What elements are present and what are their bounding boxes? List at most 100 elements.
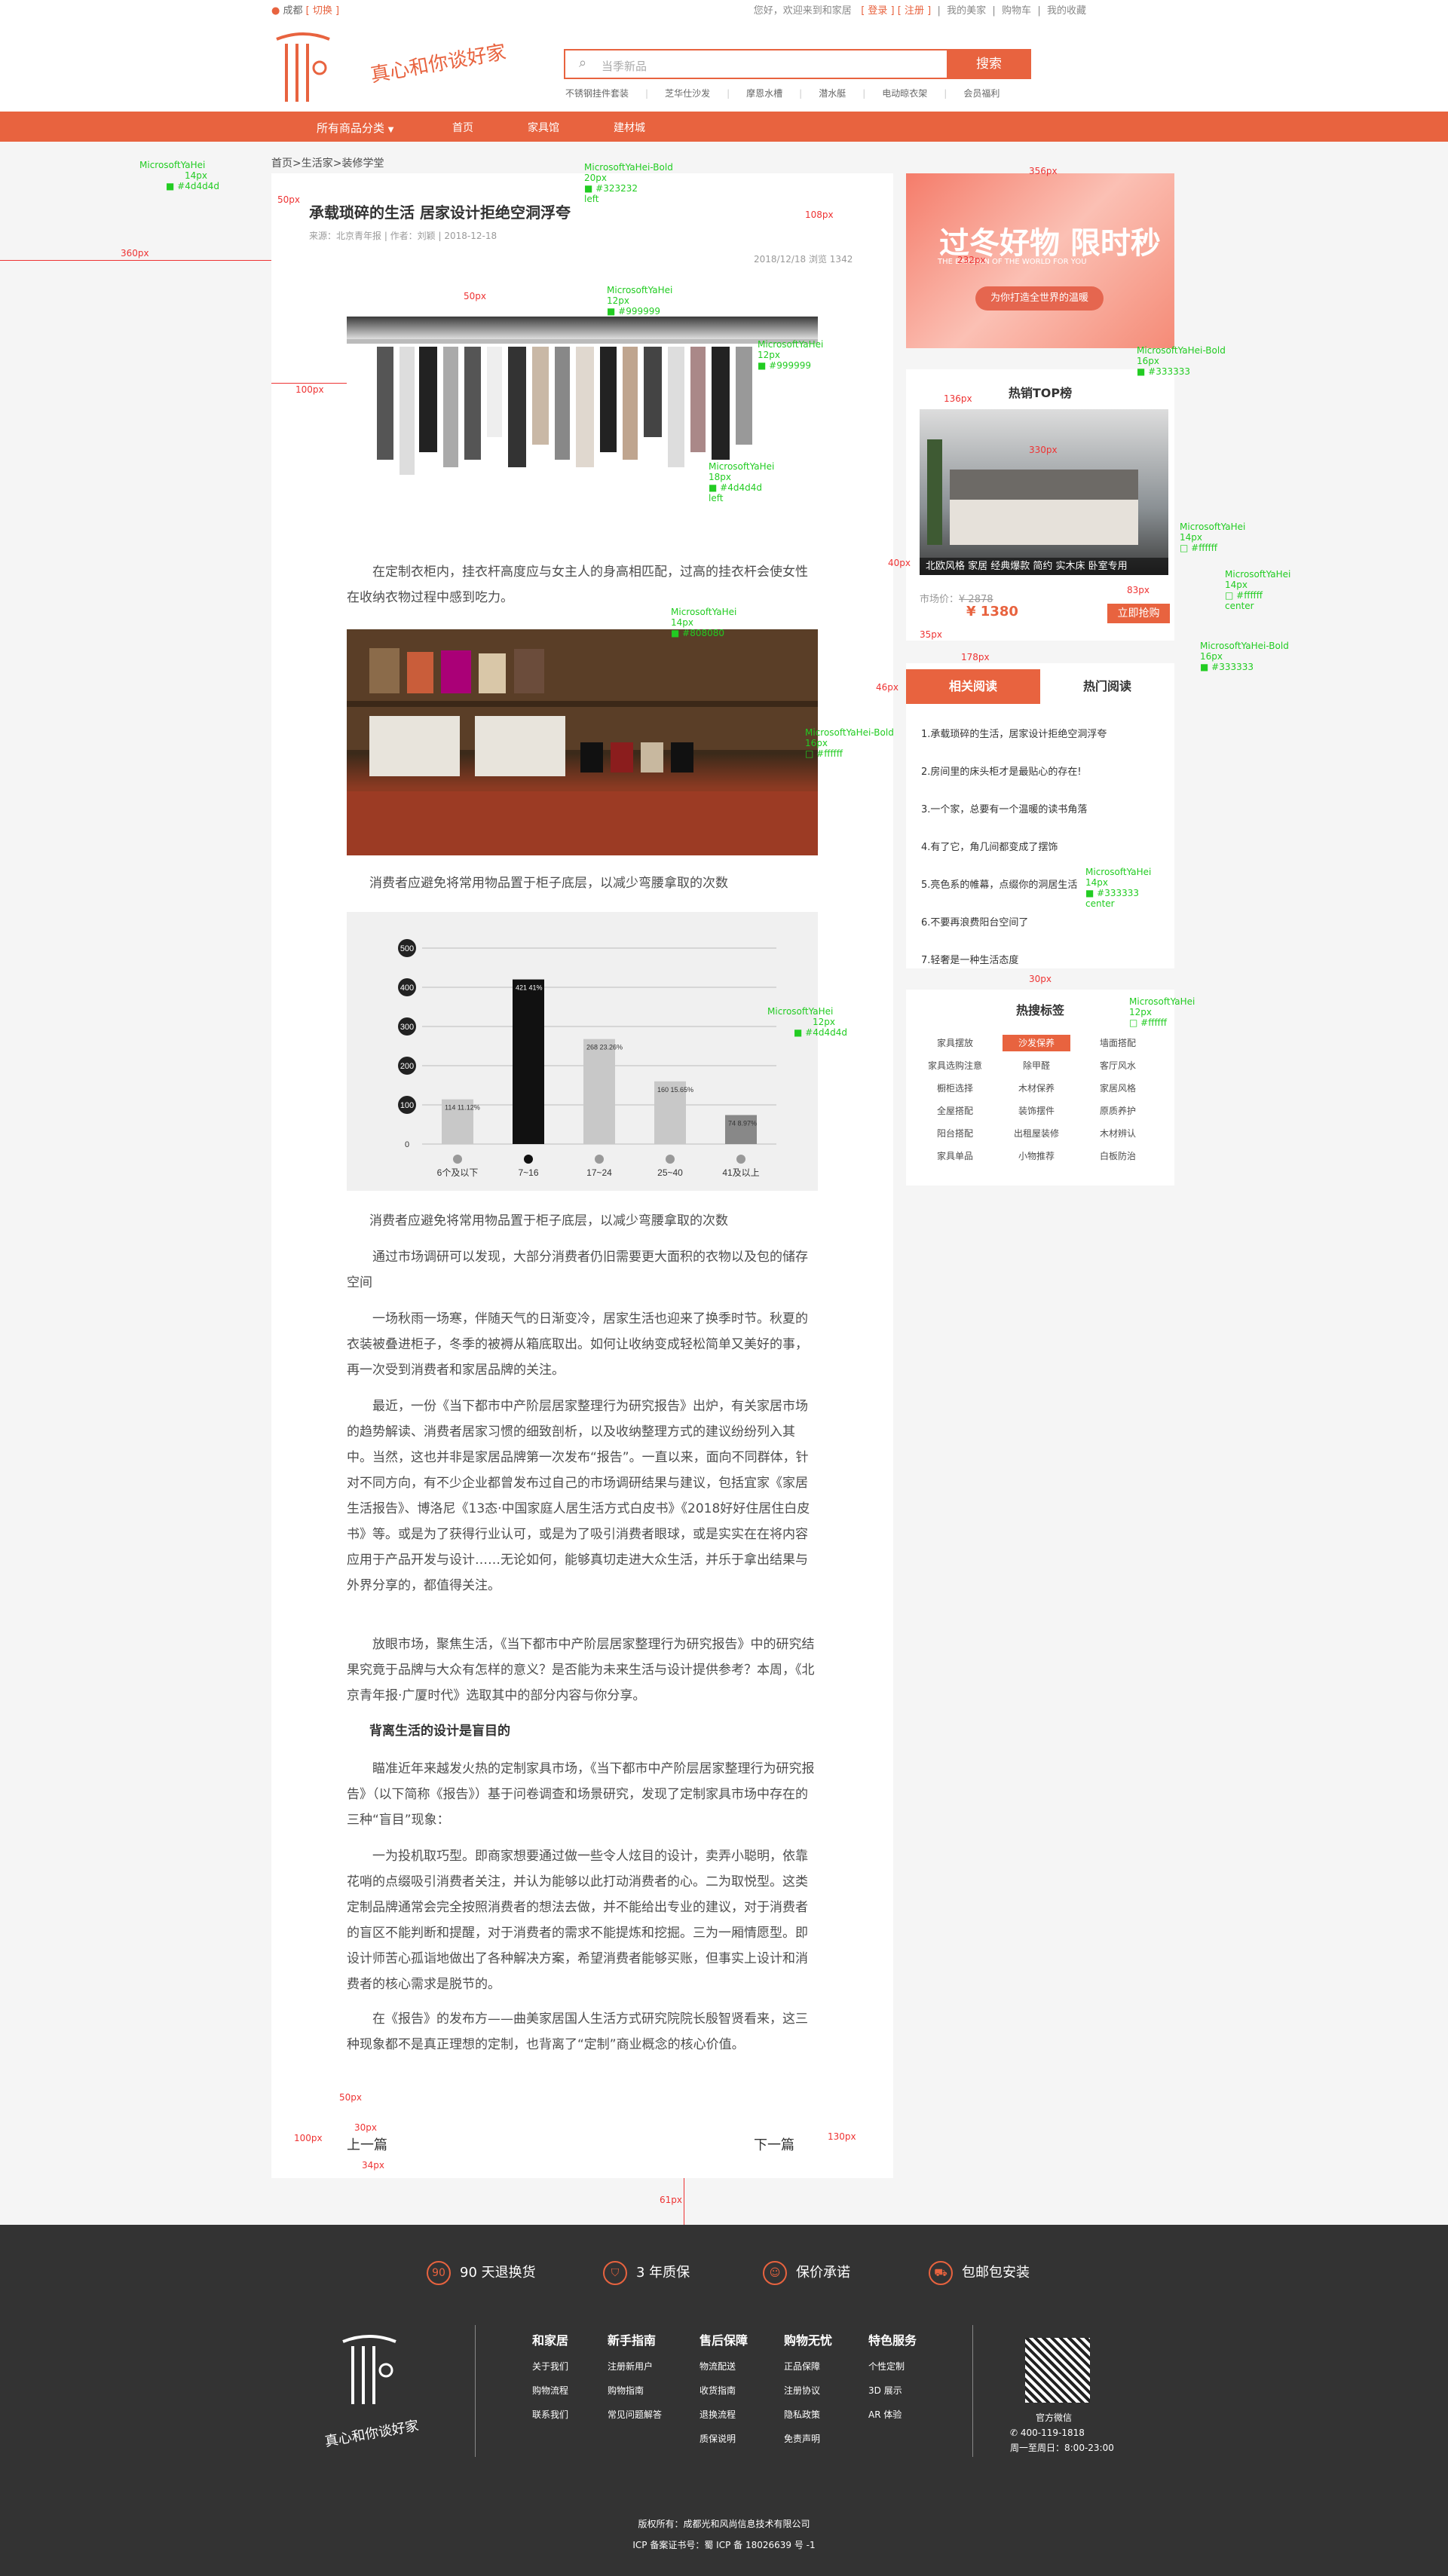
footer-link[interactable]: 退换流程	[700, 2403, 748, 2427]
tab-hot-reading[interactable]: 热门阅读	[1040, 669, 1174, 704]
footer-link[interactable]: 购物指南	[608, 2379, 662, 2403]
my-home-link[interactable]: 我的美家	[947, 5, 986, 17]
buy-now-button[interactable]: 立即抢购	[1107, 604, 1170, 623]
paragraph: 放眼市场，聚焦生活，《当下都市中产阶层居家整理行为研究报告》中的研究结果究竟于品…	[347, 1637, 815, 1703]
hotword[interactable]: 不锈钢挂件套装	[565, 88, 629, 99]
location[interactable]: ● 成都 [ 切换 ]	[271, 2, 339, 17]
nav-building-materials[interactable]: 建材城	[614, 122, 645, 134]
hot-tag[interactable]: 家具选购注意	[921, 1057, 989, 1074]
login-link[interactable]: [ 登录 ]	[861, 5, 894, 17]
footer-col: 特色服务 个性定制 3D 展示 AR 体验	[868, 2330, 917, 2427]
search-icon: ⌕	[579, 55, 587, 71]
favorites-link[interactable]: 我的收藏	[1047, 5, 1086, 17]
footer-link[interactable]: AR 体验	[868, 2403, 917, 2427]
bar	[513, 979, 544, 1144]
measure-line	[271, 383, 347, 384]
nav-home[interactable]: 首页	[452, 122, 473, 134]
hot-tag[interactable]: 出租屋装修	[1003, 1125, 1070, 1142]
footer-link[interactable]: 收货指南	[700, 2379, 748, 2403]
x-tick-dot	[453, 1155, 462, 1164]
measure-label: 50px	[464, 291, 486, 301]
y-tick-label: 400	[400, 984, 414, 993]
register-link[interactable]: [ 注册 ]	[898, 5, 931, 17]
tab-related-reading[interactable]: 相关阅读	[906, 669, 1040, 704]
hot-tag[interactable]: 小物推荐	[1003, 1148, 1070, 1164]
footer-link[interactable]: 常见问题解答	[608, 2403, 662, 2427]
footer-link[interactable]: 质保说明	[700, 2427, 748, 2451]
switch-city-link[interactable]: [ 切换 ]	[306, 5, 339, 17]
footer-link[interactable]: 3D 展示	[868, 2379, 917, 2403]
article-title: 承载琐碎的生活 居家设计拒绝空洞浮夸	[309, 203, 571, 222]
hotword[interactable]: 会员福利	[963, 88, 1000, 99]
service-hours: 周一至周日：8:00-23:00	[1010, 2443, 1114, 2453]
hotword[interactable]: 摩恩水槽	[746, 88, 782, 99]
reading-item[interactable]: 4.有了它，角几间都变成了摆饰	[921, 829, 1107, 867]
reading-item[interactable]: 6.不要再浪费阳台空间了	[921, 904, 1107, 942]
article-date-views: 2018/12/18 浏览 1342	[754, 254, 853, 265]
annotation: MicrosoftYaHei-Bold 16px ■ #333333	[1200, 641, 1289, 672]
measure-label: 108px	[805, 210, 834, 220]
search-input[interactable]: 当季新品	[602, 58, 647, 74]
reading-item[interactable]: 7.轻奢是一种生活态度	[921, 942, 1107, 980]
reading-item[interactable]: 5.亮色系的帷幕，点缀你的洞居生活	[921, 867, 1107, 904]
footer-link[interactable]: 联系我们	[532, 2403, 568, 2427]
next-article-link[interactable]: 下一篇	[754, 2134, 794, 2154]
search-button[interactable]: 搜索	[947, 49, 1031, 79]
hot-tag[interactable]: 客厅风水	[1084, 1057, 1152, 1074]
hot-tag[interactable]: 木材保养	[1003, 1080, 1070, 1097]
reading-item[interactable]: 3.一个家，总要有一个温暖的读书角落	[921, 791, 1107, 829]
prev-article-link[interactable]: 上一篇	[347, 2134, 387, 2154]
footer-link[interactable]: 关于我们	[532, 2354, 568, 2379]
chevron-down-icon: ▼	[387, 126, 394, 134]
footer-link[interactable]: 购物流程	[532, 2379, 568, 2403]
hot-tag[interactable]: 家具单品	[921, 1148, 989, 1164]
hot-tag[interactable]: 阳台搭配	[921, 1125, 989, 1142]
annotation: MicrosoftYaHei 12px □ #ffffff	[1129, 996, 1195, 1028]
x-tick-label: 17~24	[586, 1167, 612, 1178]
hot-tag[interactable]: 家居风格	[1084, 1080, 1152, 1097]
reading-item[interactable]: 1.承载琐碎的生活，居家设计拒绝空洞浮夸	[921, 716, 1107, 754]
product-image[interactable]	[920, 409, 1168, 575]
nav-furniture[interactable]: 家具馆	[528, 122, 559, 134]
paragraph: 消费者应避免将常用物品置于柜子底层，以减少弯腰拿取的次数	[369, 1213, 728, 1228]
wechat-qr-code	[1025, 2338, 1090, 2403]
footer-link[interactable]: 注册协议	[784, 2379, 832, 2403]
promo-banner[interactable]: 过冬好物 限时秒 THE BARGAIN OF THE WORLD FOR YO…	[906, 173, 1174, 348]
hot-tag[interactable]: 除甲醛	[1003, 1057, 1070, 1074]
hot-tag[interactable]: 原质养护	[1084, 1103, 1152, 1119]
footer-link[interactable]: 注册新用户	[608, 2354, 662, 2379]
all-categories-menu[interactable]: 所有商品分类 ▼	[317, 120, 394, 136]
reading-item[interactable]: 2.房间里的床头柜才是最贴心的存在!	[921, 754, 1107, 791]
footer-link[interactable]: 免责声明	[784, 2427, 832, 2451]
site-logo[interactable]	[273, 30, 341, 106]
hotword[interactable]: 潜水艇	[819, 88, 846, 99]
bar	[583, 1039, 615, 1144]
hotword[interactable]: 芝华仕沙发	[665, 88, 710, 99]
annotation: MicrosoftYaHei-Bold 16px ■ #333333	[1137, 345, 1226, 377]
hot-tag[interactable]: 木材辨认	[1084, 1125, 1152, 1142]
hot-tag[interactable]: 全屋搭配	[921, 1103, 989, 1119]
copyright: 版权所有：成都光和风尚信息技术有限公司 ICP 备案证书号：蜀 ICP 备 18…	[632, 2519, 816, 2550]
hot-tag[interactable]: 白板防治	[1084, 1148, 1152, 1164]
footer-link[interactable]: 个性定制	[868, 2354, 917, 2379]
hot-tag[interactable]: 沙发保养	[1003, 1035, 1070, 1051]
hot-tag[interactable]: 家具摆放	[921, 1035, 989, 1051]
paragraph: 在定制衣柜内，挂衣杆高度应与女主人的身高相匹配，过高的挂衣杆会使女性在收纳衣物过…	[347, 564, 808, 605]
main-nav: 所有商品分类 ▼ 首页 家具馆 建材城	[0, 112, 1448, 142]
bar-chart-svg: 0 100 200 300 400 500 114 11.12% 6个及以下 421 41% 7~…	[398, 939, 776, 1178]
banner-button[interactable]: 为你打造全世界的温暖	[975, 286, 1104, 311]
cart-link[interactable]: 购物车	[1002, 5, 1031, 17]
breadcrumb[interactable]: 首页>生活家>装修学堂	[271, 155, 384, 170]
footer-col: 购物无忧 正品保障 注册协议 隐私政策 免责声明	[784, 2330, 832, 2451]
footer-link[interactable]: 正品保障	[784, 2354, 832, 2379]
hot-tag[interactable]: 橱柜选择	[921, 1080, 989, 1097]
annotation: MicrosoftYaHei 12px ■ #999999	[607, 285, 673, 317]
footer-link[interactable]: 隐私政策	[784, 2403, 832, 2427]
footer-link[interactable]: 物流配送	[700, 2354, 748, 2379]
annotation: MicrosoftYaHei 14px □ #ffffff	[1180, 522, 1246, 553]
hot-tag[interactable]: 墙面搭配	[1084, 1035, 1152, 1051]
hotword[interactable]: 电动晾衣架	[882, 88, 927, 99]
hot-tag[interactable]: 装饰摆件	[1003, 1103, 1070, 1119]
x-tick-label: 25~40	[657, 1167, 683, 1178]
top-links: 您好，欢迎来到和家居 [ 登录 ] [ 注册 ] | 我的美家 | 购物车 | …	[753, 5, 1086, 17]
